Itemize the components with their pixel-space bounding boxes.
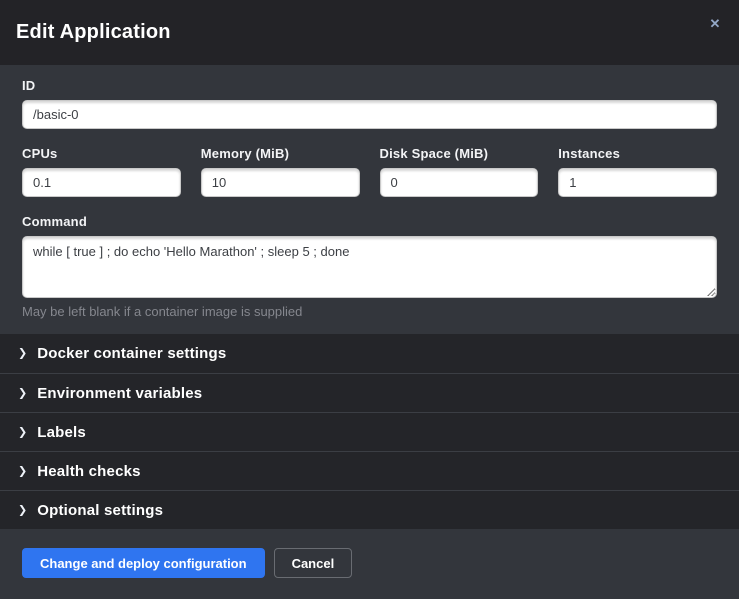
cpus-field-group: CPUs bbox=[22, 146, 181, 197]
chevron-right-icon: ❯ bbox=[18, 464, 27, 477]
accordion-optional-settings[interactable]: ❯ Optional settings bbox=[0, 490, 739, 529]
cancel-button[interactable]: Cancel bbox=[274, 548, 353, 578]
modal-header: Edit Application ✕ bbox=[0, 0, 739, 65]
memory-field-group: Memory (MiB) bbox=[201, 146, 360, 197]
accordion-labels[interactable]: ❯ Labels bbox=[0, 412, 739, 451]
chevron-right-icon: ❯ bbox=[18, 503, 27, 516]
instances-label: Instances bbox=[558, 146, 717, 161]
cpus-label: CPUs bbox=[22, 146, 181, 161]
accordion-docker-container-settings[interactable]: ❯ Docker container settings bbox=[0, 334, 739, 373]
id-input[interactable] bbox=[22, 100, 717, 129]
accordion-label: Docker container settings bbox=[37, 345, 226, 362]
id-field-group: ID bbox=[22, 78, 717, 129]
memory-input[interactable] bbox=[201, 168, 360, 197]
chevron-right-icon: ❯ bbox=[18, 425, 27, 438]
instances-input[interactable] bbox=[558, 168, 717, 197]
accordion-label: Environment variables bbox=[37, 385, 202, 402]
modal-footer: Change and deploy configuration Cancel bbox=[0, 529, 739, 599]
accordion-health-checks[interactable]: ❯ Health checks bbox=[0, 451, 739, 490]
disk-field-group: Disk Space (MiB) bbox=[380, 146, 539, 197]
disk-label: Disk Space (MiB) bbox=[380, 146, 539, 161]
chevron-right-icon: ❯ bbox=[18, 347, 27, 360]
memory-label: Memory (MiB) bbox=[201, 146, 360, 161]
application-form: ID CPUs Memory (MiB) Disk Space (MiB) In… bbox=[0, 65, 739, 334]
accordion-environment-variables[interactable]: ❯ Environment variables bbox=[0, 373, 739, 412]
edit-application-modal: Edit Application ✕ ID CPUs Memory (MiB) … bbox=[0, 0, 739, 599]
close-icon[interactable]: ✕ bbox=[705, 14, 725, 34]
chevron-right-icon: ❯ bbox=[18, 386, 27, 399]
command-field-group: Command while [ true ] ; do echo 'Hello … bbox=[22, 214, 717, 319]
resource-fields-row: CPUs Memory (MiB) Disk Space (MiB) Insta… bbox=[22, 146, 717, 197]
disk-input[interactable] bbox=[380, 168, 539, 197]
command-input[interactable]: while [ true ] ; do echo 'Hello Marathon… bbox=[22, 236, 717, 298]
accordion-label: Optional settings bbox=[37, 502, 163, 519]
accordion-label: Labels bbox=[37, 424, 86, 441]
command-help-text: May be left blank if a container image i… bbox=[22, 304, 717, 319]
instances-field-group: Instances bbox=[558, 146, 717, 197]
settings-accordion: ❯ Docker container settings ❯ Environmen… bbox=[0, 334, 739, 529]
change-and-deploy-button[interactable]: Change and deploy configuration bbox=[22, 548, 265, 578]
command-label: Command bbox=[22, 214, 717, 229]
accordion-label: Health checks bbox=[37, 463, 140, 480]
cpus-input[interactable] bbox=[22, 168, 181, 197]
id-label: ID bbox=[22, 78, 717, 93]
modal-title: Edit Application bbox=[16, 21, 171, 44]
